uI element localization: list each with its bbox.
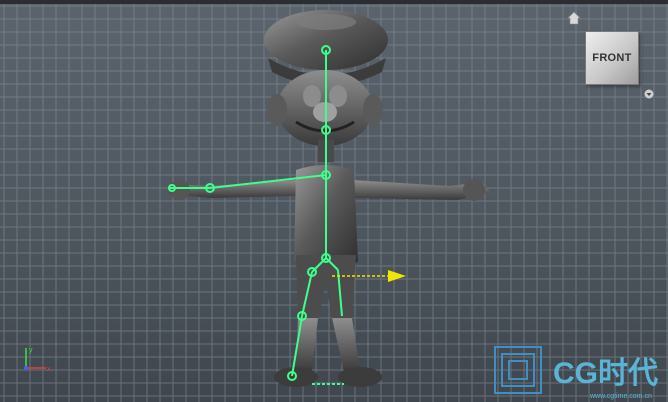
- character-model[interactable]: [0, 0, 668, 402]
- viewcube-face-label: FRONT: [592, 52, 632, 64]
- svg-text:CG时代: CG时代: [553, 357, 658, 390]
- home-icon[interactable]: [567, 11, 581, 25]
- character-legs: [274, 318, 382, 387]
- watermark-url: www.cgtime.com.cn: [590, 393, 652, 400]
- 3d-viewport[interactable]: FRONT x y CG时代 www.cgtime.com.cn: [0, 0, 668, 402]
- triangle-down-icon[interactable]: [644, 89, 654, 99]
- viewcube-front[interactable]: FRONT: [585, 31, 639, 85]
- axis-gizmo: x y: [24, 347, 51, 373]
- svg-text:x: x: [47, 366, 51, 373]
- svg-text:y: y: [29, 347, 33, 354]
